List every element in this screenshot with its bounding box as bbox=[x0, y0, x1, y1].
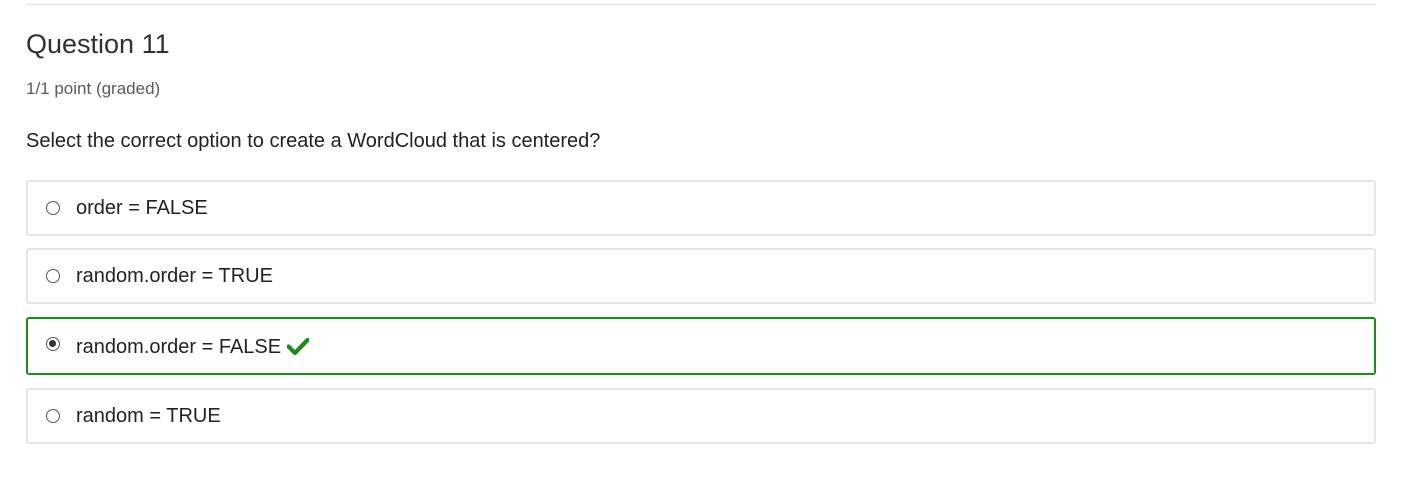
question-text: Select the correct option to create a Wo… bbox=[26, 130, 601, 152]
choice-label-wrapper: random.order = FALSE bbox=[76, 334, 310, 360]
choice-option-3[interactable]: random.order = FALSE bbox=[26, 317, 1376, 375]
choice-label: random.order = FALSE bbox=[76, 336, 282, 358]
choice-option-4[interactable]: random = TRUE bbox=[26, 388, 1376, 444]
radio-button[interactable] bbox=[46, 269, 60, 283]
choice-option-1[interactable]: order = FALSE bbox=[26, 180, 1376, 236]
problem-title: Question 11 bbox=[26, 29, 170, 59]
check-icon bbox=[287, 337, 310, 355]
choice-label: random.order = TRUE bbox=[76, 265, 273, 287]
section-divider bbox=[26, 4, 1376, 5]
radio-button[interactable] bbox=[46, 409, 60, 423]
problem-progress: 1/1 point (graded) bbox=[26, 79, 161, 98]
radio-button[interactable] bbox=[46, 201, 60, 215]
choice-option-2[interactable]: random.order = TRUE bbox=[26, 248, 1376, 304]
radio-button-selected[interactable] bbox=[46, 337, 60, 351]
choice-label: random = TRUE bbox=[76, 405, 221, 427]
choice-label: order = FALSE bbox=[76, 197, 208, 219]
